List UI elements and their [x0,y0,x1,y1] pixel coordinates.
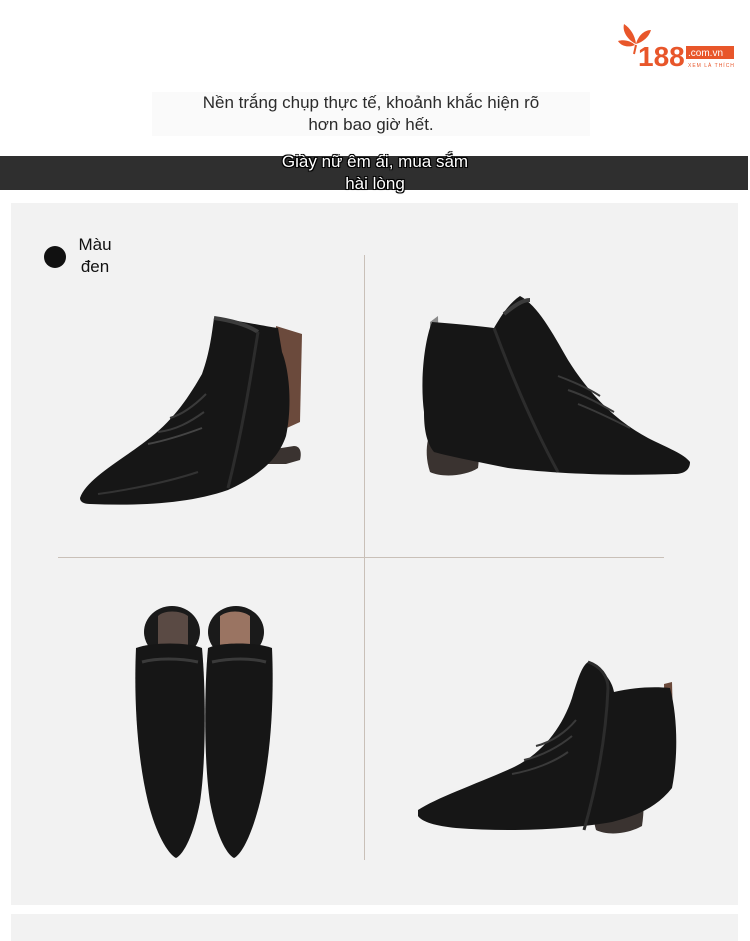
swatch-label-line-1: Màu [78,235,112,254]
gallery-divider-horizontal [58,557,664,558]
logo-domain: .com.vn [688,48,723,59]
intro-caption: Nền trắng chụp thực tế, khoảnh khắc hiện… [152,92,590,136]
banner-line-1: Giày nữ êm ái, mua sắm [281,152,469,171]
logo-number: 188 [638,41,685,70]
boot-image-top[interactable] [128,602,280,862]
swatch-label-line-2: đen [80,257,110,276]
boot-image-side-left[interactable] [78,312,308,507]
intro-line-2: hơn bao giờ hết. [308,115,434,134]
banner-line-2: hài lòng [345,174,405,193]
intro-line-1: Nền trắng chụp thực tế, khoảnh khắc hiện… [202,93,540,112]
next-section-strip [11,914,738,941]
color-swatch-black[interactable] [44,246,66,268]
site-logo[interactable]: 188 .com.vn XEM LÀ THÍCH [618,22,736,70]
boot-image-side-right[interactable] [418,292,694,482]
color-swatch-label: Màu đen [70,234,120,278]
promo-banner-text: Giày nữ êm ái, mua sắm hài lòng [222,151,528,195]
boot-image-three-quarter[interactable] [416,658,678,840]
logo-tagline: XEM LÀ THÍCH [688,62,735,69]
